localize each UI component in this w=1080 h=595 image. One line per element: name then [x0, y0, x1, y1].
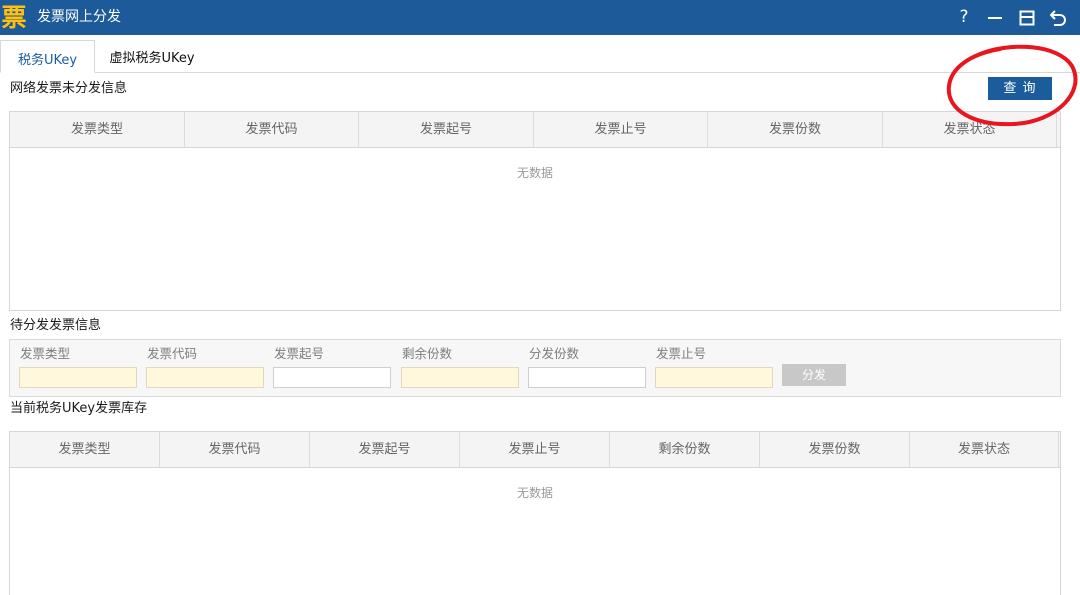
field-label: 剩余份数 [402, 346, 453, 361]
column-header[interactable]: 发票代码 [185, 112, 359, 147]
undistributed-table: 发票类型 发票代码 发票起号 发票止号 发票份数 发票状态 无数据 [9, 111, 1061, 311]
field-label: 分发份数 [529, 346, 580, 361]
end-number-input[interactable] [655, 367, 773, 388]
field-start-number: 发票起号 [273, 346, 391, 388]
back-icon[interactable] [1046, 0, 1070, 35]
field-label: 发票止号 [656, 346, 707, 361]
help-icon[interactable]: ? [952, 0, 976, 35]
remaining-count-input[interactable] [401, 367, 519, 388]
start-number-input[interactable] [273, 367, 391, 388]
field-label: 发票类型 [20, 346, 71, 361]
distribute-count-input[interactable] [528, 367, 646, 388]
distribute-button[interactable]: 分发 [782, 364, 846, 386]
restore-icon[interactable] [1015, 0, 1039, 35]
column-header[interactable]: 发票份数 [760, 432, 910, 467]
field-invoice-type: 发票类型 [19, 346, 137, 388]
table-header: 发票类型 发票代码 发票起号 发票止号 发票份数 发票状态 [10, 112, 1060, 148]
tab-bar: 税务UKey 虚拟税务UKey [0, 40, 1080, 73]
tab-tax-ukey[interactable]: 税务UKey [0, 40, 95, 73]
invoice-type-input[interactable] [19, 367, 137, 388]
field-distribute-count: 分发份数 [528, 346, 646, 388]
field-invoice-code: 发票代码 [146, 346, 264, 388]
empty-state-text: 无数据 [516, 486, 553, 500]
invoice-code-input[interactable] [146, 367, 264, 388]
column-header[interactable]: 发票止号 [534, 112, 708, 147]
field-end-number: 发票止号 [655, 346, 773, 388]
column-header[interactable]: 发票起号 [310, 432, 460, 467]
inventory-table: 发票类型 发票代码 发票起号 发票止号 剩余份数 发票份数 发票状态 无数据 [9, 431, 1061, 595]
distribute-form: 发票类型 发票代码 发票起号 剩余份数 分发份数 发票止号 分发 [9, 339, 1061, 397]
minimize-icon[interactable] [983, 0, 1007, 35]
pending-section-title: 待分发发票信息 [10, 318, 102, 333]
empty-state-text: 无数据 [516, 166, 553, 180]
invoice-logo-icon: 票 [1, 3, 27, 32]
undistributed-section-title: 网络发票未分发信息 [10, 81, 128, 96]
column-header[interactable]: 发票状态 [883, 112, 1057, 147]
field-remaining-count: 剩余份数 [401, 346, 519, 388]
column-header[interactable]: 发票起号 [359, 112, 534, 147]
column-header[interactable]: 发票份数 [708, 112, 883, 147]
query-button[interactable]: 查 询 [988, 77, 1052, 100]
tab-virtual-tax-ukey[interactable]: 虚拟税务UKey [104, 40, 200, 73]
table-header: 发票类型 发票代码 发票起号 发票止号 剩余份数 发票份数 发票状态 [10, 432, 1060, 468]
window-title: 发票网上分发 [37, 9, 121, 25]
column-header[interactable]: 发票类型 [10, 432, 160, 467]
inventory-section-title: 当前税务UKey发票库存 [10, 401, 148, 416]
field-label: 发票代码 [147, 346, 198, 361]
column-header[interactable]: 发票代码 [160, 432, 310, 467]
title-bar: 票 发票网上分发 ? [0, 0, 1080, 35]
column-header[interactable]: 发票状态 [910, 432, 1059, 467]
column-header[interactable]: 剩余份数 [610, 432, 760, 467]
field-label: 发票起号 [274, 346, 325, 361]
column-header[interactable]: 发票类型 [10, 112, 185, 147]
column-header[interactable]: 发票止号 [460, 432, 610, 467]
